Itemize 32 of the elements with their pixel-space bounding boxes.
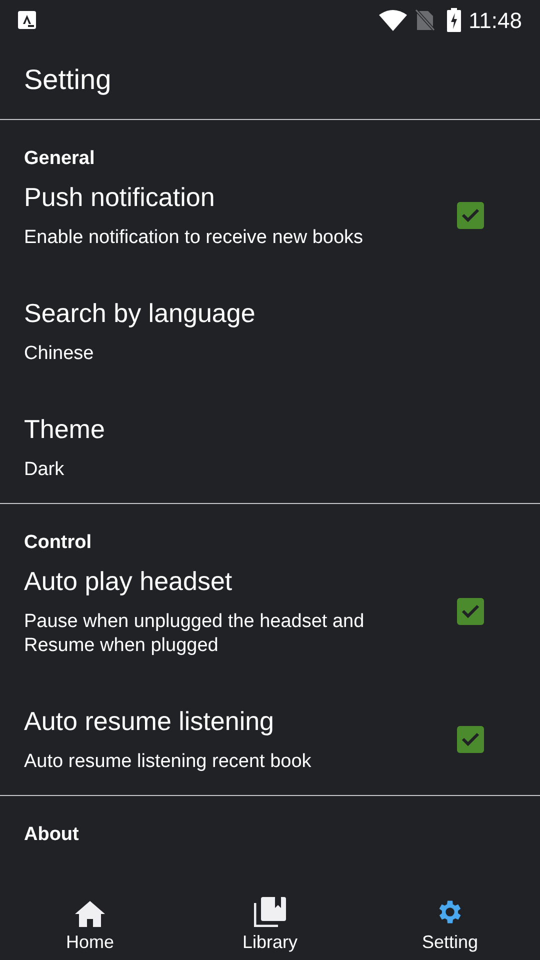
setting-value: Pause when unplugged the headset and Resume when plugged [24,610,366,658]
status-time: 11:48 [468,6,522,34]
battery-charging-icon [446,8,461,32]
setting-title: Auto play headset [24,565,234,597]
setting-value: Auto resume listening recent book [24,750,312,774]
setting-item[interactable]: Search by language Chinese [0,287,540,403]
setting-value: Dark [24,458,66,482]
checkbox[interactable] [457,202,484,229]
page-title: Setting [24,62,112,97]
section-label: About [24,824,79,845]
wifi-icon [378,9,407,31]
checkbox[interactable] [457,598,484,625]
setting-item[interactable]: Theme Dark [0,403,540,503]
setting-title: Auto resume listening [24,705,276,737]
app-notification-icon [18,11,36,29]
checkbox[interactable] [457,726,484,753]
setting-value: Enable notification to receive new books [24,226,364,250]
setting-item[interactable]: Auto resume listening Auto resume listening recent book [0,695,540,795]
setting-value: Chinese [24,342,95,366]
setting-item[interactable]: Auto play headset Pause when unplugged the headset and Resume when plugged [0,555,540,695]
nav-tab[interactable]: Setting [360,885,540,960]
setting-title: Theme [24,413,106,445]
setting-title: Search by language [24,297,256,329]
home-icon [75,901,105,927]
setting-item[interactable]: Push notification Enable notification to receive new books [0,171,540,287]
book-stack-icon [254,897,286,927]
nav-tab[interactable]: Library [180,885,360,960]
no-sim-icon [414,9,435,31]
section-label: General [24,148,95,169]
setting-title: Push notification [24,181,216,213]
nav-tab[interactable]: Home [0,885,180,960]
section-label: Control [24,532,92,553]
